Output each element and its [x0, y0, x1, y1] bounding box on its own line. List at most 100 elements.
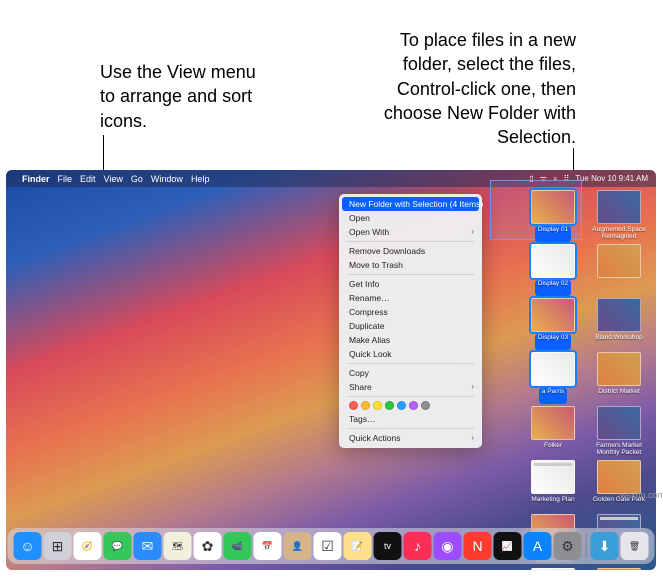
desktop-icon[interactable]: Farmers Market Monthly Packet	[588, 406, 650, 458]
callout-view-menu: Use the View menu to arrange and sort ic…	[100, 60, 270, 133]
dock-facetime-icon[interactable]: 📹	[224, 532, 252, 560]
desktop-icon-label: Augmented Space Reimagined	[590, 226, 648, 242]
dock-messages-icon[interactable]: 💬	[104, 532, 132, 560]
dock-finder-icon[interactable]: ☺	[14, 532, 42, 560]
desktop-icon-label: Display 03	[535, 334, 571, 350]
desktop-icon[interactable]: Display 01	[522, 190, 584, 242]
dock-appstore-icon[interactable]: A	[524, 532, 552, 560]
desktop-icon[interactable]	[588, 244, 650, 296]
tag-color-swatch[interactable]	[349, 401, 358, 410]
desktop-icon-label: District Market	[598, 388, 640, 404]
cm-open[interactable]: Open	[339, 211, 482, 225]
cm-copy[interactable]: Copy	[339, 366, 482, 380]
tag-color-swatch[interactable]	[409, 401, 418, 410]
chevron-right-icon: ›	[471, 433, 474, 442]
dock-photos-icon[interactable]: ✿	[194, 532, 222, 560]
cm-new-folder-selection[interactable]: New Folder with Selection (4 Items)	[342, 197, 479, 211]
callout-new-folder: To place files in a new folder, select t…	[346, 28, 576, 149]
cm-duplicate[interactable]: Duplicate	[339, 319, 482, 333]
dock-notes-icon[interactable]: 📝	[344, 532, 372, 560]
tag-color-swatch[interactable]	[397, 401, 406, 410]
desktop-icon[interactable]: Display 03	[522, 298, 584, 350]
file-thumbnail-icon	[531, 406, 575, 440]
desktop-icon[interactable]: Folker	[522, 406, 584, 458]
desktop-icon[interactable]: a Parris	[522, 352, 584, 404]
file-thumbnail-icon	[531, 190, 575, 224]
cm-separator	[347, 363, 474, 364]
menu-go[interactable]: Go	[131, 174, 143, 184]
cm-quick-actions[interactable]: Quick Actions›	[339, 431, 482, 445]
dock-contacts-icon[interactable]: 👤	[284, 532, 312, 560]
tag-color-swatch[interactable]	[421, 401, 430, 410]
status-datetime[interactable]: Tue Nov 10 9:41 AM	[575, 174, 648, 183]
cm-compress[interactable]: Compress	[339, 305, 482, 319]
file-thumbnail-icon	[597, 406, 641, 440]
dock-reminders-icon[interactable]: ☑	[314, 532, 342, 560]
desktop-icon[interactable]: District Market	[588, 352, 650, 404]
desktop-icon-label: Display 02	[535, 280, 571, 296]
chevron-right-icon: ›	[471, 227, 474, 236]
cm-make-alias[interactable]: Make Alias	[339, 333, 482, 347]
dock-downloads-icon[interactable]: ⬇	[591, 532, 619, 560]
dock-music-icon[interactable]: ♪	[404, 532, 432, 560]
cm-get-info[interactable]: Get Info	[339, 277, 482, 291]
file-thumbnail-icon	[531, 244, 575, 278]
cm-rename[interactable]: Rename…	[339, 291, 482, 305]
desktop-icons-grid: Display 01 Augmented Space Reimagined Disp…	[522, 190, 650, 570]
desktop-icon[interactable]: Golden Gate Park	[588, 460, 650, 512]
dock-preferences-icon[interactable]: ⚙	[554, 532, 582, 560]
dock-launchpad-icon[interactable]: ⊞	[44, 532, 72, 560]
file-thumbnail-icon	[597, 352, 641, 386]
file-thumbnail-icon	[531, 352, 575, 386]
menu-edit[interactable]: Edit	[80, 174, 96, 184]
dock-stocks-icon[interactable]: 📈	[494, 532, 522, 560]
dock-calendar-icon[interactable]: 📅	[254, 532, 282, 560]
dock-podcasts-icon[interactable]: ◉	[434, 532, 462, 560]
cm-remove-downloads[interactable]: Remove Downloads	[339, 244, 482, 258]
desktop-icon[interactable]: Light and Shadow	[588, 568, 650, 570]
context-menu: New Folder with Selection (4 Items) Open…	[339, 194, 482, 448]
desktop-icon[interactable]: Bland Workshop	[588, 298, 650, 350]
tag-color-swatch[interactable]	[385, 401, 394, 410]
callout-line-left	[103, 135, 104, 170]
dock-mail-icon[interactable]: ✉	[134, 532, 162, 560]
file-thumbnail-icon	[531, 298, 575, 332]
menu-help[interactable]: Help	[191, 174, 210, 184]
menu-window[interactable]: Window	[151, 174, 183, 184]
dock-separator	[586, 534, 587, 558]
menu-view[interactable]: View	[104, 174, 123, 184]
dock-trash-icon[interactable]: 🗑	[621, 532, 649, 560]
dock: ☺⊞🧭💬✉🗺✿📹📅👤☑📝tv♪◉N📈A⚙ ⬇🗑	[8, 528, 655, 564]
cm-separator	[347, 396, 474, 397]
cm-separator	[347, 428, 474, 429]
cm-tags[interactable]: Tags…	[339, 412, 482, 426]
dock-news-icon[interactable]: N	[464, 532, 492, 560]
menu-file[interactable]: File	[58, 174, 73, 184]
tag-color-swatch[interactable]	[361, 401, 370, 410]
file-thumbnail-icon	[597, 568, 641, 570]
desktop-icon-label: Display 01	[535, 226, 571, 242]
cm-separator	[347, 274, 474, 275]
tag-color-swatch[interactable]	[373, 401, 382, 410]
cm-tag-colors	[339, 399, 482, 412]
dock-maps-icon[interactable]: 🗺	[164, 532, 192, 560]
desktop-icon[interactable]: Augmented Space Reimagined	[588, 190, 650, 242]
dock-safari-icon[interactable]: 🧭	[74, 532, 102, 560]
chevron-right-icon: ›	[471, 382, 474, 391]
menubar-app-name[interactable]: Finder	[22, 174, 50, 184]
macos-desktop: Finder File Edit View Go Window Help ▯ ᯤ…	[6, 170, 656, 570]
desktop-icon-label: a Parris	[539, 388, 567, 404]
dock-tv-icon[interactable]: tv	[374, 532, 402, 560]
file-thumbnail-icon	[531, 460, 575, 494]
cm-open-with[interactable]: Open With›	[339, 225, 482, 239]
cm-quick-look[interactable]: Quick Look	[339, 347, 482, 361]
cm-move-to-trash[interactable]: Move to Trash	[339, 258, 482, 272]
cm-separator	[347, 241, 474, 242]
desktop-icon-label: Farmers Market Monthly Packet	[590, 442, 648, 458]
file-thumbnail-icon	[597, 298, 641, 332]
desktop-icon[interactable]: Marketing Plan	[522, 460, 584, 512]
desktop-icon[interactable]: Display 02	[522, 244, 584, 296]
cm-share[interactable]: Share›	[339, 380, 482, 394]
file-thumbnail-icon	[597, 460, 641, 494]
desktop-icon[interactable]: Rail Chasers	[522, 568, 584, 570]
